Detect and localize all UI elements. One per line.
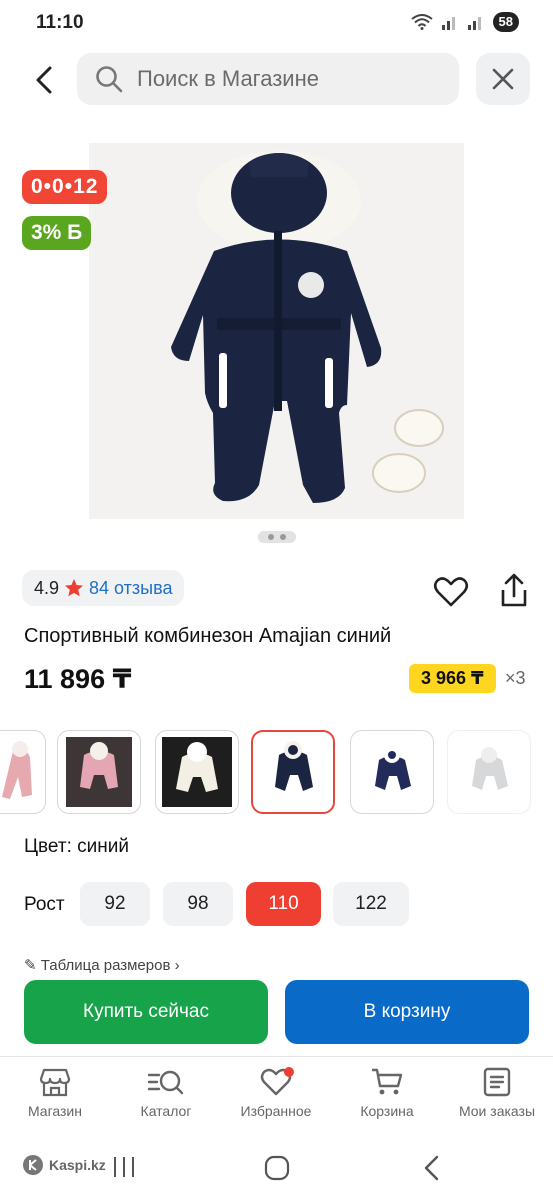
add-to-cart-button[interactable]: В корзину xyxy=(285,980,529,1044)
color-label: Цвет: синий xyxy=(24,836,129,857)
catalog-search-icon xyxy=(147,1070,184,1095)
product-price: 11 896 ₸ xyxy=(24,664,132,694)
chevron-left-icon xyxy=(36,66,52,94)
back-nav-icon[interactable] xyxy=(422,1154,442,1182)
cart-icon xyxy=(372,1068,403,1095)
search-icon xyxy=(96,66,123,93)
jumpsuit-thumbnail-icon xyxy=(2,741,32,799)
bonus-badge: 3% Б xyxy=(22,216,92,250)
size-option-122[interactable]: 122 xyxy=(333,882,409,926)
jumpsuit-thumbnail-icon xyxy=(472,747,508,790)
product-page: 11:10 58 Поиск в Магазине 0•0•12 3% Б 4.… xyxy=(0,0,553,1200)
ruler-icon: ✎ xyxy=(24,957,41,974)
pagination-dot xyxy=(268,534,274,540)
thumbnail-pink[interactable] xyxy=(0,730,46,814)
close-button[interactable] xyxy=(476,53,530,105)
nav-label-orders: Мои заказы xyxy=(458,1103,536,1119)
size-table-link[interactable]: ✎ Таблица размеров › xyxy=(24,956,244,974)
system-navigation-bar: Kaspi.kz xyxy=(0,1140,553,1200)
thumbnail-white[interactable] xyxy=(155,730,239,814)
installment-months: ×3 xyxy=(505,668,526,688)
nav-label-favorites: Избранное xyxy=(240,1103,312,1119)
nav-label-store: Магазин xyxy=(27,1103,82,1119)
notification-dot xyxy=(284,1067,294,1077)
nav-item-catalog[interactable]: Каталог xyxy=(111,1067,221,1119)
thumbnail-grey[interactable] xyxy=(447,730,531,814)
size-option-98[interactable]: 98 xyxy=(163,882,233,926)
jumpsuit-illustration xyxy=(89,143,464,519)
nav-item-orders[interactable]: Мои заказы xyxy=(442,1067,552,1119)
kaspi-logo-icon xyxy=(23,1155,43,1175)
store-icon xyxy=(39,1068,71,1097)
nav-item-favorites[interactable]: Избранное xyxy=(221,1067,331,1119)
thumbnail-navy-small[interactable] xyxy=(350,730,434,814)
jumpsuit-thumbnail-icon xyxy=(375,747,411,790)
nav-label-catalog: Каталог xyxy=(140,1103,192,1119)
buy-now-button[interactable]: Купить сейчас xyxy=(24,980,268,1044)
share-button[interactable] xyxy=(494,572,534,612)
battery-indicator: 58 xyxy=(492,12,519,32)
timer-badge: 0•0•12 xyxy=(22,170,108,204)
thumbnail-navy[interactable] xyxy=(251,730,335,814)
nav-item-store[interactable]: Магазин xyxy=(0,1067,110,1119)
nav-label-cart: Корзина xyxy=(360,1103,414,1119)
product-image[interactable] xyxy=(89,143,464,519)
close-icon xyxy=(492,68,514,90)
size-table-label: Таблица размеров xyxy=(40,957,171,974)
star-icon xyxy=(65,579,84,597)
status-time: 11:10 xyxy=(36,12,84,33)
size-label: Рост xyxy=(24,894,65,915)
size-option-92[interactable]: 92 xyxy=(80,882,150,926)
image-pagination xyxy=(258,531,296,543)
jumpsuit-thumbnail-icon xyxy=(275,741,313,791)
jumpsuit-thumbnail-icon xyxy=(66,737,132,807)
heart-icon xyxy=(433,577,469,607)
pagination-dot xyxy=(280,534,286,540)
wifi-icon xyxy=(410,14,433,30)
search-input[interactable] xyxy=(137,66,437,92)
home-icon[interactable] xyxy=(264,1155,290,1181)
size-option-110[interactable]: 110 xyxy=(246,882,321,926)
rating-value: 4.9 xyxy=(34,577,60,598)
share-icon xyxy=(501,573,527,607)
reviews-link[interactable]: 84 отзыва xyxy=(89,578,172,599)
search-bar[interactable] xyxy=(77,53,459,105)
signal-2-icon xyxy=(467,17,481,30)
product-title: Спортивный комбинезон Amajian синий xyxy=(24,625,392,647)
kaspi-logo: Kaspi.kz xyxy=(22,1154,106,1176)
status-icons: 58 xyxy=(410,12,519,32)
jumpsuit-thumbnail-icon xyxy=(162,737,232,807)
chevron-right-icon: › xyxy=(170,957,180,974)
orders-icon xyxy=(483,1067,511,1097)
signal-icon xyxy=(441,17,455,30)
recent-apps-icon[interactable] xyxy=(112,1156,136,1178)
installment-price[interactable]: 3 966 ₸ xyxy=(409,664,496,693)
favorite-button[interactable] xyxy=(431,572,471,612)
bottom-navigation: Магазин Каталог Избранное Корзина Мои за… xyxy=(0,1056,553,1136)
kaspi-brand: Kaspi.kz xyxy=(49,1157,106,1173)
back-button[interactable] xyxy=(24,58,64,102)
thumbnail-pink-photo[interactable] xyxy=(57,730,141,814)
nav-item-cart[interactable]: Корзина xyxy=(332,1067,442,1119)
rating-pill[interactable]: 4.9 84 отзыва xyxy=(22,570,185,606)
